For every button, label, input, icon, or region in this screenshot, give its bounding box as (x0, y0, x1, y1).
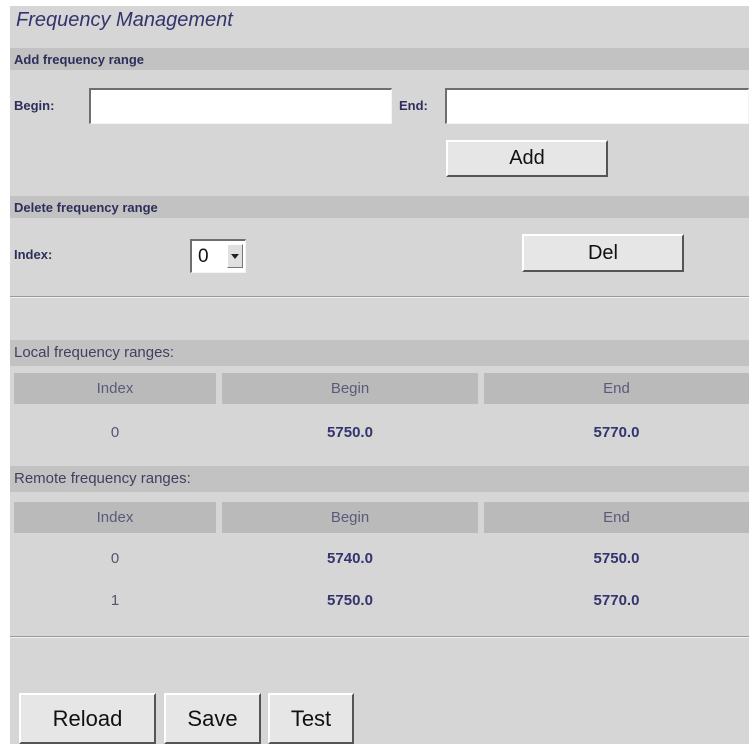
end-label: End: (399, 98, 428, 113)
remote-row-0-begin: 5740.0 (327, 550, 373, 567)
remote-row-0-index: 0 (110, 550, 120, 567)
reload-button[interactable]: Reload (19, 693, 156, 744)
add-button[interactable]: Add (446, 140, 608, 177)
remote-table-title: Remote frequency ranges: (14, 470, 191, 487)
local-row-0-index: 0 (110, 424, 120, 441)
divider-top (10, 296, 749, 298)
test-button[interactable]: Test (268, 693, 354, 744)
index-label: Index: (14, 247, 53, 262)
remote-row-0-end: 5750.0 (593, 550, 640, 567)
remote-col-begin: Begin (222, 502, 478, 533)
local-row-0-begin: 5750.0 (327, 424, 373, 441)
chevron-down-icon[interactable] (227, 244, 243, 268)
delete-section-title: Delete frequency range (14, 200, 158, 215)
remote-row-1-end: 5770.0 (593, 592, 640, 609)
local-col-begin: Begin (222, 373, 478, 404)
add-section-title: Add frequency range (14, 52, 145, 67)
local-row-0-end: 5770.0 (593, 424, 640, 441)
remote-col-index: Index (14, 502, 216, 533)
index-select[interactable]: 0 (190, 239, 246, 273)
divider-bottom (10, 636, 749, 638)
begin-input[interactable] (89, 88, 392, 124)
del-button[interactable]: Del (522, 234, 684, 272)
begin-label: Begin: (14, 98, 55, 113)
index-select-value: 0 (198, 246, 209, 267)
end-input[interactable] (445, 88, 749, 124)
local-col-index: Index (14, 373, 216, 404)
page-title: Frequency Management (16, 9, 233, 31)
remote-col-end: End (484, 502, 749, 533)
local-col-end: End (484, 373, 749, 404)
remote-row-1-index: 1 (110, 592, 120, 609)
remote-row-1-begin: 5750.0 (327, 592, 373, 609)
save-button[interactable]: Save (164, 693, 261, 744)
local-table-title: Local frequency ranges: (14, 344, 175, 361)
